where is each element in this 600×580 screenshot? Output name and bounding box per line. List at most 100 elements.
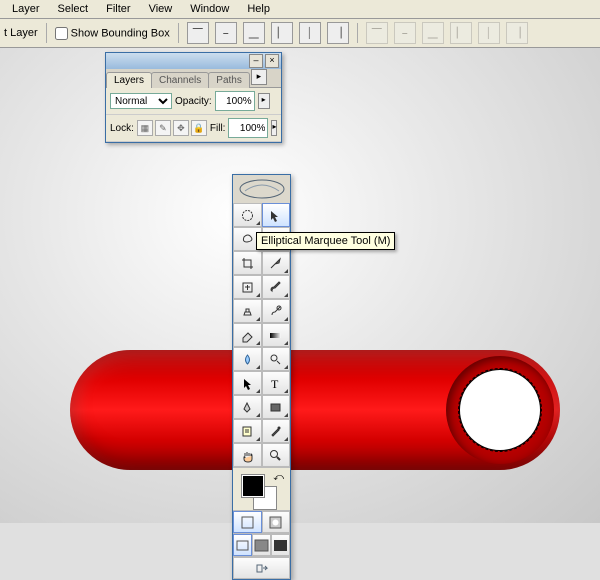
lock-transparency-icon[interactable]: ▦: [137, 120, 153, 136]
dist-btn-4[interactable]: ▏: [450, 22, 472, 44]
path-select-tool[interactable]: [233, 371, 262, 395]
panel-menu-icon[interactable]: ▸: [251, 69, 267, 85]
show-bounding-box-checkbox[interactable]: Show Bounding Box: [55, 27, 170, 40]
flyout-indicator-icon: [256, 341, 260, 345]
lock-pixels-icon[interactable]: ✎: [155, 120, 171, 136]
align-btn-1[interactable]: ⎺: [187, 22, 209, 44]
jump-row: [233, 556, 290, 579]
fill-flyout-icon[interactable]: ▸: [271, 120, 277, 136]
tab-layers[interactable]: Layers: [106, 72, 152, 88]
panel-minimize-icon[interactable]: –: [249, 54, 263, 68]
clone-stamp-tool[interactable]: [233, 299, 262, 323]
fill-input[interactable]: [228, 118, 268, 138]
gradient-tool-tool[interactable]: [262, 323, 291, 347]
brush-tool-tool[interactable]: [262, 275, 291, 299]
dist-btn-1[interactable]: ⎺: [366, 22, 388, 44]
swap-colors-icon[interactable]: ⤺: [273, 472, 284, 483]
clone-stamp-icon: [240, 304, 255, 319]
divider: [46, 23, 47, 43]
eyedropper-tool[interactable]: [262, 419, 291, 443]
tab-channels[interactable]: Channels: [151, 72, 209, 88]
blend-opacity-row: Normal Opacity: ▸: [106, 88, 281, 115]
jump-to-imageready-icon[interactable]: [233, 557, 290, 579]
pen-tool-tool[interactable]: [233, 395, 262, 419]
mask-mode-row: [233, 510, 290, 533]
align-btn-4[interactable]: ▏: [271, 22, 293, 44]
zoom-tool-tool[interactable]: [262, 443, 291, 467]
toolbox-header[interactable]: [233, 175, 290, 203]
flyout-indicator-icon: [284, 293, 288, 297]
blur-tool-tool[interactable]: [233, 347, 262, 371]
divider: [357, 23, 358, 43]
lock-all-icon[interactable]: 🔒: [191, 120, 207, 136]
opacity-input[interactable]: [215, 91, 255, 111]
dist-btn-2[interactable]: ⎯: [394, 22, 416, 44]
svg-text:T: T: [271, 377, 279, 391]
notes-tool-tool[interactable]: [233, 419, 262, 443]
photoshop-logo-icon: [237, 177, 287, 201]
healing-brush-icon: [240, 280, 255, 295]
zoom-tool-icon: [268, 448, 283, 463]
tab-paths[interactable]: Paths: [208, 72, 250, 88]
hand-tool-tool[interactable]: [233, 443, 262, 467]
dodge-tool-tool[interactable]: [262, 347, 291, 371]
quickmask-mode-icon[interactable]: [262, 511, 291, 533]
pen-tool-icon: [240, 400, 255, 415]
panel-close-icon[interactable]: ×: [265, 54, 279, 68]
eyedropper-icon: [268, 424, 283, 439]
align-btn-5[interactable]: │: [299, 22, 321, 44]
flyout-indicator-icon: [256, 365, 260, 369]
flyout-indicator-icon: [256, 437, 260, 441]
divider: [178, 23, 179, 43]
menu-filter[interactable]: Filter: [98, 1, 138, 17]
history-brush-icon: [268, 304, 283, 319]
align-btn-6[interactable]: ▕: [327, 22, 349, 44]
type-tool-tool[interactable]: T: [262, 371, 291, 395]
screenmode-fullmenu-icon[interactable]: [252, 534, 271, 556]
dodge-tool-icon: [268, 352, 283, 367]
screenmode-full-icon[interactable]: [271, 534, 290, 556]
menu-select[interactable]: Select: [50, 1, 97, 17]
slice-tool-tool[interactable]: [262, 251, 291, 275]
healing-brush-tool[interactable]: [233, 275, 262, 299]
red-pill-shape: [70, 350, 560, 470]
menu-window[interactable]: Window: [182, 1, 237, 17]
menu-bar: Layer Select Filter View Window Help: [0, 0, 600, 19]
dist-btn-3[interactable]: ⎽: [422, 22, 444, 44]
brush-tool-icon: [268, 280, 283, 295]
move-tool-icon: [268, 208, 283, 223]
canvas[interactable]: [0, 48, 600, 523]
lock-position-icon[interactable]: ✥: [173, 120, 189, 136]
flyout-indicator-icon: [256, 317, 260, 321]
rectangular-marquee-tool[interactable]: [233, 203, 262, 227]
menu-layer[interactable]: Layer: [4, 1, 48, 17]
eraser-tool-tool[interactable]: [233, 323, 262, 347]
menu-help[interactable]: Help: [239, 1, 278, 17]
flyout-indicator-icon: [256, 413, 260, 417]
tool-tooltip: Elliptical Marquee Tool (M): [256, 232, 395, 250]
panel-tabs: Layers Channels Paths ▸: [106, 69, 281, 88]
lasso-tool-icon: [240, 232, 255, 247]
align-btn-2[interactable]: ⎯: [215, 22, 237, 44]
path-select-icon: [240, 376, 255, 391]
move-tool-tool[interactable]: [262, 203, 291, 227]
opacity-flyout-icon[interactable]: ▸: [258, 93, 270, 109]
rectangular-marquee-icon: [240, 208, 255, 223]
screenmode-standard-icon[interactable]: [233, 534, 252, 556]
dist-btn-5[interactable]: │: [478, 22, 500, 44]
dist-btn-6[interactable]: ▕: [506, 22, 528, 44]
menu-view[interactable]: View: [141, 1, 181, 17]
align-btn-3[interactable]: ⎽: [243, 22, 265, 44]
options-bar: t Layer Show Bounding Box ⎺ ⎯ ⎽ ▏ │ ▕ ⎺ …: [0, 19, 600, 48]
crop-tool-tool[interactable]: [233, 251, 262, 275]
shape-tool-tool[interactable]: [262, 395, 291, 419]
panel-titlebar[interactable]: – ×: [106, 53, 281, 69]
flyout-indicator-icon: [284, 317, 288, 321]
history-brush-tool[interactable]: [262, 299, 291, 323]
color-swatches: ⤺: [233, 467, 290, 510]
standard-mode-icon[interactable]: [233, 511, 262, 533]
shape-tool-icon: [268, 400, 283, 415]
foreground-color-swatch[interactable]: [241, 474, 265, 498]
fill-label: Fill:: [210, 123, 226, 134]
blend-mode-select[interactable]: Normal: [110, 93, 172, 109]
